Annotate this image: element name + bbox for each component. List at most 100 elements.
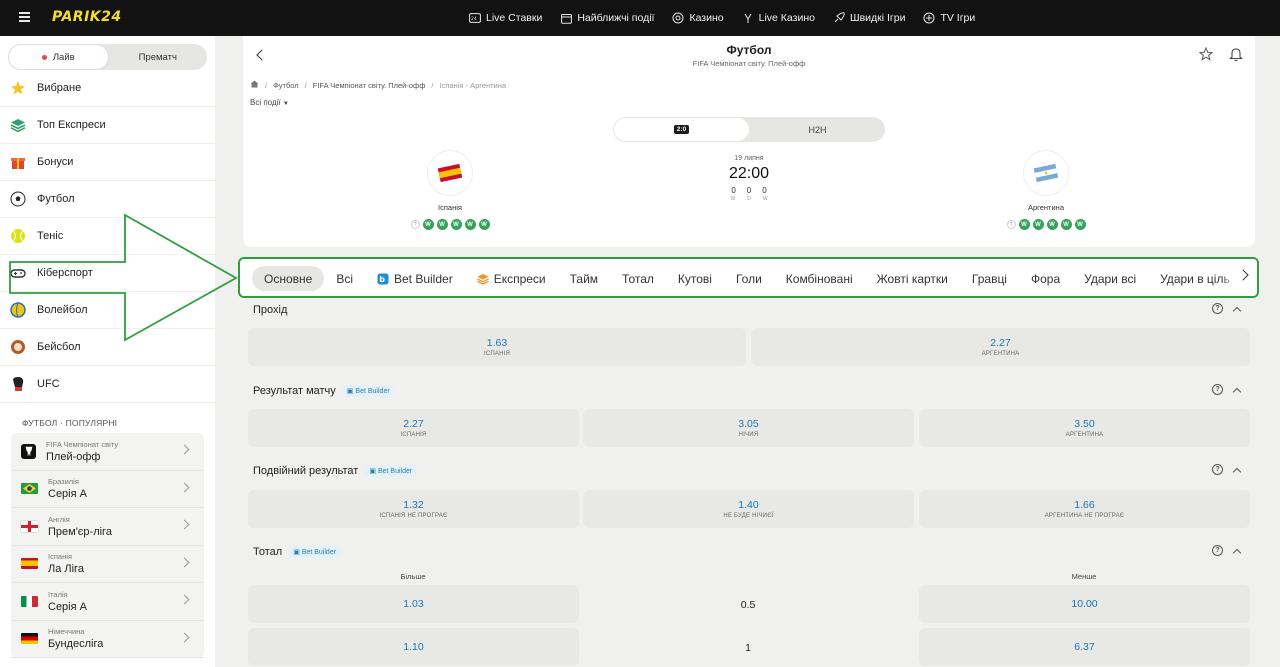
casino-chip-icon [672,12,684,24]
league-item[interactable]: Бразилія Серія А [11,471,204,508]
tab-label: Гравці [971,271,1007,286]
market-tabs-list: Основне Всі b Bet Builder Експреси Тайм … [252,266,1242,291]
tab-label: Bet Builder [393,271,453,286]
odd-button[interactable]: 1.32 ІСПАНІЯ НЕ ПРОГРАЄ [248,490,579,528]
tab-handicap[interactable]: Фора [1019,266,1072,291]
sidebar-item-top-express[interactable]: Топ Експреси [0,107,215,144]
tab-combined[interactable]: Комбіновані [774,266,865,291]
boxing-glove-icon [10,376,26,392]
odd-button[interactable]: 2.27 ІСПАНІЯ [248,409,579,447]
sidebar-item-bonuses[interactable]: Бонуси [0,144,215,181]
league-item[interactable]: Іспанія Ла Ліга [11,546,204,583]
caret-down-icon: ▼ [282,101,289,107]
score-value: 0 [731,186,736,195]
chevron-up-icon[interactable] [1232,467,1242,477]
help-icon[interactable]: ? [1212,384,1223,395]
help-icon[interactable]: ? [1212,545,1223,556]
league-name: Серія А [48,488,87,501]
tab-main[interactable]: Основне [252,266,325,291]
odd-button[interactable]: 3.50 АРГЕНТИНА [919,409,1250,447]
top-nav: 24 Live Ставки Найближчі події Казино Li… [469,0,975,36]
chevron-up-icon[interactable] [1232,548,1242,558]
live-toggle-button[interactable]: Лайв [9,45,108,69]
sidebar-item-football[interactable]: Футбол [0,181,215,218]
nav-nearest-events[interactable]: Найближчі події [560,12,654,24]
tab-score[interactable]: 2:0 [614,118,749,141]
bell-icon[interactable] [1229,47,1243,62]
form-win: W [1018,219,1030,230]
flag-brazil-icon [21,483,38,495]
live-dot-icon [41,54,47,60]
chevron-up-icon[interactable] [1232,306,1242,316]
sport-list: Вибране Топ Експреси Бонуси Футбол Теніс… [0,70,215,403]
form-win: W [450,219,462,230]
tab-total[interactable]: Тотал [610,266,666,291]
bet-builder-icon: ▣ [369,468,376,475]
spain-team-logo [428,151,472,195]
sidebar-item-volleyball[interactable]: Волейбол [0,292,215,329]
prematch-toggle-button[interactable]: Прематч [109,44,208,70]
help-icon[interactable]: ? [1212,464,1223,475]
nav-tv-games[interactable]: TV Ігри [923,12,975,24]
favorite-star-icon[interactable] [1198,46,1214,65]
odd-button-over[interactable]: 1.03 [248,585,579,623]
football-icon [10,191,26,207]
league-item[interactable]: Італія Серія А [11,583,204,621]
logo[interactable]: PARIK24 [52,9,122,25]
menu-icon[interactable] [19,12,30,22]
odd-button-under[interactable]: 10.00 [919,585,1250,623]
odd-button-under[interactable]: 6.37 [919,628,1250,666]
flag-england-icon [21,520,38,532]
svg-text:24: 24 [471,16,477,22]
sidebar-item-favorites[interactable]: Вибране [0,70,215,107]
league-name: Прем'єр-ліга [48,525,112,538]
market-title-text: Тотал [253,546,283,558]
tab-label: Фора [1030,271,1061,286]
sidebar-item-tennis[interactable]: Теніс [0,218,215,255]
chevron-up-icon[interactable] [1232,387,1242,397]
total-line: 0.5 [740,599,756,611]
tab-goals[interactable]: Голи [724,266,774,291]
tab-corners[interactable]: Кутові [666,266,724,291]
tab-players[interactable]: Гравці [960,266,1019,291]
form-win: W [436,219,448,230]
tab-shots-all[interactable]: Удари всі [1072,266,1148,291]
nav-fast-games[interactable]: Швидкі Ігри [833,12,905,24]
svg-text:b: b [379,275,385,284]
prematch-label: Прематч [138,51,177,63]
breadcrumb-league[interactable]: FIFA Чемпіонат світу. Плей-офф [313,81,426,90]
tab-bet-builder[interactable]: b Bet Builder [365,266,465,291]
odd-button[interactable]: 1.63 ІСПАНІЯ [248,328,746,366]
league-item[interactable]: Англія Прем'єр-ліга [11,508,204,546]
breadcrumb-event: Іспанія - Аргентина [439,80,507,90]
odd-button-over[interactable]: 1.10 [248,628,579,666]
league-item[interactable]: Німеччина Бундесліга [11,621,204,658]
breadcrumb-separator: / [265,80,268,90]
nav-live-casino[interactable]: Live Казино [742,12,815,24]
help-icon[interactable]: ? [1212,303,1223,314]
odd-button[interactable]: 2.27 АРГЕНТИНА [751,328,1250,366]
odd-label: ІСПАНІЯ [400,432,427,438]
nav-casino[interactable]: Казино [672,12,724,24]
all-events-dropdown[interactable]: Всі події ▼ [250,98,289,107]
bet-builder-chip: ▣ Bet Builder [341,385,395,397]
sidebar-item-ufc[interactable]: UFC [0,366,215,403]
league-country: Бразилія [48,477,79,487]
odd-button[interactable]: 1.66 АРГЕНТИНА НЕ ПРОГРАЄ [919,490,1250,528]
odd-value: 3.50 [1074,418,1095,430]
tab-all[interactable]: Всі [324,266,365,291]
chevron-right-icon [179,519,190,530]
league-country: FIFA Чемпіонат світу [46,439,119,449]
tab-half[interactable]: Тайм [558,266,610,291]
odd-button[interactable]: 1.40 НЕ БУДЕ НІЧИЄЇ [583,490,914,528]
tab-yellow-cards[interactable]: Жовті картки [865,266,960,291]
sidebar-item-baseball[interactable]: Бейсбол [0,329,215,366]
breadcrumb-sport[interactable]: Футбол [273,81,299,90]
tab-h2h[interactable]: H2H [750,117,885,142]
home-icon[interactable] [250,80,259,90]
nav-live-bets[interactable]: 24 Live Ставки [469,12,542,24]
sidebar-item-esports[interactable]: Кіберспорт [0,255,215,292]
tab-express[interactable]: Експреси [465,266,558,291]
league-item[interactable]: FIFA Чемпіонат світу Плей-офф [11,433,204,471]
odd-button[interactable]: 3.05 НІЧИЯ [583,409,914,447]
